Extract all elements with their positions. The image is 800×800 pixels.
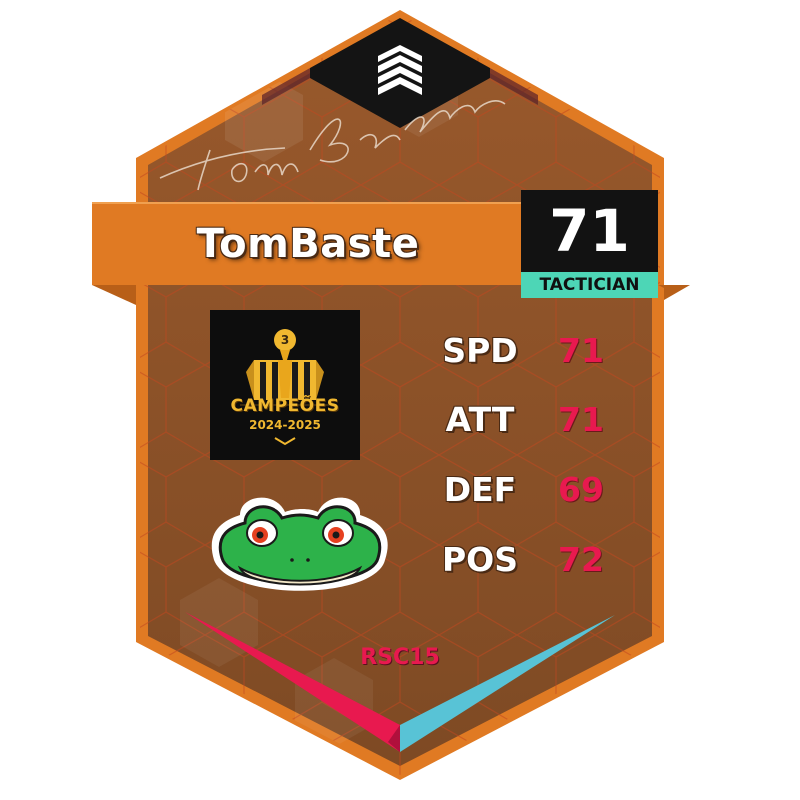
role-badge: TACTICIAN: [521, 272, 658, 298]
player-card: TomBaste 71 TACTICIAN 3 CAMPEÕES 2024-20…: [0, 0, 800, 800]
team-logo: 3 CAMPEÕES 2024-2025: [210, 310, 360, 460]
stat-value-spd: 71: [558, 331, 604, 370]
overall-rating: 71: [549, 197, 630, 265]
overall-rating-box: 71: [521, 190, 658, 272]
stat-value-att: 71: [558, 400, 604, 439]
player-name: TomBaste: [196, 221, 420, 267]
card-code: RSC15: [360, 645, 440, 670]
stat-label-spd: SPD: [442, 331, 518, 370]
team-logo-title: CAMPEÕES: [230, 396, 340, 416]
team-logo-subtitle: 2024-2025: [249, 418, 321, 432]
card-frame: [92, 10, 690, 780]
stat-label-att: ATT: [445, 400, 515, 439]
stat-value-pos: 72: [558, 540, 604, 579]
stat-label-def: DEF: [443, 470, 517, 509]
stat-label-pos: POS: [441, 540, 518, 579]
stat-value-def: 69: [558, 470, 604, 509]
trophy-number: 3: [280, 333, 290, 347]
